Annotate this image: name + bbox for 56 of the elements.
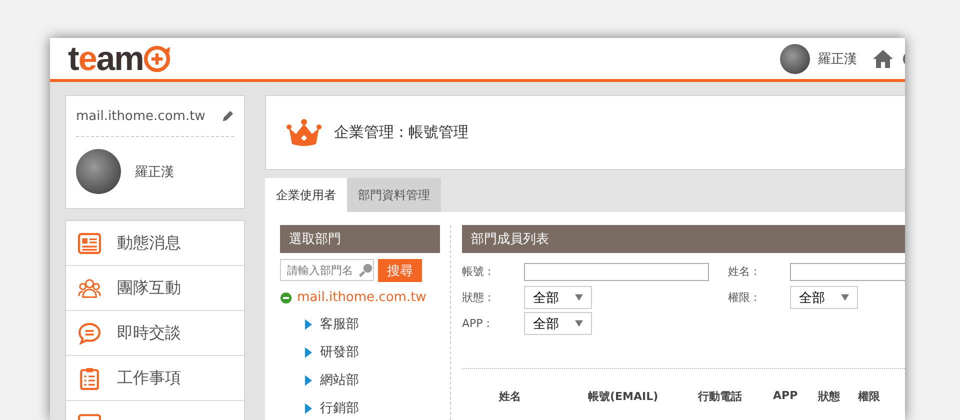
tree-item[interactable]: 客服部 xyxy=(320,315,359,333)
home-icon[interactable] xyxy=(873,48,893,68)
field-label: 姓名 : xyxy=(728,264,758,279)
triangle-icon[interactable] xyxy=(305,402,312,414)
triangle-icon[interactable] xyxy=(305,374,312,386)
column-header: APP xyxy=(773,389,799,404)
tree-item[interactable]: 研發部 xyxy=(320,343,359,361)
avatar[interactable] xyxy=(780,44,810,74)
clipboard-icon xyxy=(78,366,101,390)
caret-icon xyxy=(841,294,849,301)
menu-label: 團隊互動 xyxy=(117,278,181,298)
menu-item[interactable]: 動態消息 xyxy=(66,221,244,266)
crown-icon xyxy=(286,118,322,148)
field-label: 權限 : xyxy=(728,290,758,305)
collapse-icon[interactable] xyxy=(280,292,292,304)
chat-bubble-icon xyxy=(78,322,101,344)
column-header: 狀態 xyxy=(818,389,841,404)
tab[interactable]: 部門資料管理 xyxy=(347,178,441,212)
user-name: 羅正漢 xyxy=(135,164,174,180)
triangle-icon[interactable] xyxy=(305,318,312,330)
section-heading: 選取部門 xyxy=(280,225,440,253)
domain-name: mail.ithome.com.tw xyxy=(76,108,206,124)
field-label: APP : xyxy=(462,317,491,330)
caret-icon xyxy=(575,294,583,301)
dropdown[interactable]: 全部 xyxy=(790,286,858,309)
field-label: 帳號 : xyxy=(462,264,492,279)
column-header: 行動電話 xyxy=(698,389,743,404)
tab[interactable]: 企業使用者 xyxy=(265,178,347,212)
menu-label: 即時交談 xyxy=(117,322,181,344)
column-header: 姓名 xyxy=(499,389,522,404)
people-icon xyxy=(78,276,101,300)
dropdown[interactable]: 全部 xyxy=(524,286,592,309)
dropdown[interactable]: 全部 xyxy=(524,312,592,335)
column-header: 帳號(EMAIL) xyxy=(588,389,660,404)
triangle-icon[interactable] xyxy=(305,346,312,358)
page-title: 企業管理 : 帳號管理 xyxy=(334,123,469,142)
search-field[interactable]: 請輸入部門名 xyxy=(280,259,374,281)
pencil-icon[interactable] xyxy=(221,110,234,122)
menu-item[interactable]: 團隊互動 xyxy=(66,266,244,311)
menu-label: 動態消息 xyxy=(117,232,181,254)
news-icon xyxy=(78,232,101,254)
logo: team xyxy=(68,42,172,76)
tree-item[interactable]: 網站部 xyxy=(320,371,359,389)
avatar xyxy=(76,149,121,194)
plus-bubble-icon xyxy=(143,44,172,72)
caret-icon xyxy=(575,320,583,327)
menu-item[interactable]: 即時交談 xyxy=(66,311,244,356)
user-name: 羅正漢 xyxy=(818,50,857,68)
menu-label: 工作事項 xyxy=(117,368,181,388)
tree-item[interactable]: 行銷部 xyxy=(320,399,359,417)
menu-item[interactable]: 工作事項 xyxy=(66,356,244,401)
search-icon xyxy=(359,263,373,277)
field-label: 狀態 : xyxy=(462,290,492,305)
column-header: 權限 xyxy=(858,389,881,404)
section-heading: 部門成員列表 xyxy=(462,225,905,253)
input-field[interactable] xyxy=(524,262,709,280)
